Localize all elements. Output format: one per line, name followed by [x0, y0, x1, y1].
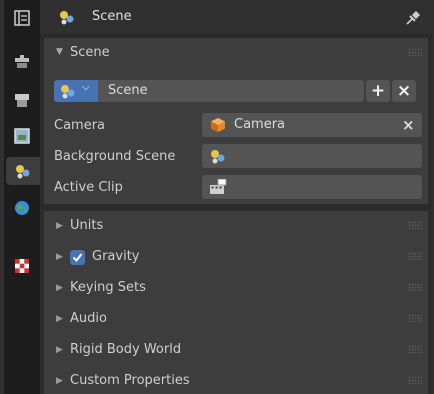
movie-clip-icon	[210, 179, 227, 194]
active-clip-label: Active Clip	[54, 180, 123, 195]
gravity-checkbox[interactable]	[70, 250, 85, 265]
collapsed-arrow-icon: ▶	[56, 376, 63, 386]
scene-name: Scene	[108, 83, 148, 98]
drag-grip-icon[interactable]	[408, 314, 422, 322]
output-icon	[15, 94, 29, 107]
drag-grip-icon[interactable]	[408, 221, 422, 229]
panel-title: Audio	[70, 311, 107, 326]
scene-icon	[60, 11, 74, 25]
panel-title: Custom Properties	[70, 373, 190, 388]
remove-scene-button[interactable]: ×	[392, 80, 416, 102]
clear-camera-icon[interactable]: ×	[402, 116, 415, 134]
collapsed-arrow-icon: ▶	[56, 221, 63, 231]
drag-grip-icon[interactable]	[408, 252, 422, 260]
tab-texture[interactable]	[8, 252, 36, 280]
audio-panel-header[interactable]: ▶ Audio	[44, 304, 428, 335]
drag-grip-icon[interactable]	[408, 345, 422, 353]
scene-panel-body: ⌵ Scene + × Camera Camera × Background S…	[44, 66, 428, 204]
drag-grip-icon[interactable]	[408, 283, 422, 291]
properties-editor: Scene ▼ Scene ⌵ Scene + × Camera Camera …	[0, 0, 434, 394]
tab-render[interactable]	[8, 48, 36, 76]
plus-icon: +	[370, 81, 386, 101]
background-scene-label: Background Scene	[54, 149, 176, 164]
custom-properties-panel-header[interactable]: ▶ Custom Properties	[44, 366, 428, 394]
keying-sets-panel-header[interactable]: ▶ Keying Sets	[44, 273, 428, 304]
camera-object-icon	[211, 118, 225, 132]
tab-tool[interactable]	[8, 4, 36, 32]
properties-header: Scene	[40, 0, 432, 34]
properties-content: Scene ▼ Scene ⌵ Scene + × Camera Camera …	[40, 0, 432, 394]
scene-icon	[211, 150, 225, 164]
tab-output[interactable]	[8, 86, 36, 114]
chevron-down-icon: ⌵	[82, 82, 90, 93]
view-layer-icon	[14, 128, 30, 144]
camera-label: Camera	[54, 118, 106, 133]
panel-title: Rigid Body World	[70, 342, 182, 357]
scene-icon	[16, 165, 30, 179]
context-breadcrumb: Scene	[92, 9, 132, 24]
drag-grip-icon[interactable]	[408, 376, 422, 384]
world-icon	[15, 201, 29, 215]
add-scene-button[interactable]: +	[366, 80, 390, 102]
tab-scene[interactable]	[6, 157, 40, 185]
scene-datablock-selector[interactable]: ⌵ Scene	[54, 80, 364, 102]
drag-grip-icon[interactable]	[408, 48, 422, 56]
close-icon: ×	[396, 81, 412, 101]
checkmark-icon	[72, 253, 83, 263]
tab-world[interactable]	[8, 194, 36, 222]
gravity-panel-header[interactable]: ▶ Gravity	[44, 242, 428, 273]
scene-panel-header[interactable]: ▼ Scene	[44, 38, 428, 66]
scene-icon	[61, 85, 75, 99]
rigid-body-world-panel-header[interactable]: ▶ Rigid Body World	[44, 335, 428, 366]
units-panel-header[interactable]: ▶ Units	[44, 211, 428, 242]
background-scene-field[interactable]	[202, 144, 422, 168]
collapsed-arrow-icon: ▶	[56, 345, 63, 355]
texture-icon	[15, 259, 29, 273]
panel-title: Keying Sets	[70, 280, 146, 295]
expand-arrow-icon: ▼	[56, 47, 63, 57]
panel-title: Gravity	[92, 249, 140, 264]
browse-scene-button[interactable]: ⌵	[54, 80, 98, 102]
camera-value: Camera	[234, 117, 286, 132]
properties-tab-strip	[4, 0, 40, 394]
collapsed-arrow-icon: ▶	[56, 283, 63, 293]
active-clip-field[interactable]	[202, 175, 422, 199]
collapsed-arrow-icon: ▶	[56, 314, 63, 324]
panel-title: Units	[70, 218, 104, 233]
panel-title: Scene	[70, 44, 110, 60]
pin-icon[interactable]	[404, 9, 422, 27]
tool-icon	[14, 10, 30, 26]
tab-view-layer[interactable]	[8, 122, 36, 150]
render-icon	[15, 55, 29, 68]
collapsed-arrow-icon: ▶	[56, 252, 63, 262]
camera-field[interactable]: Camera ×	[202, 113, 422, 137]
